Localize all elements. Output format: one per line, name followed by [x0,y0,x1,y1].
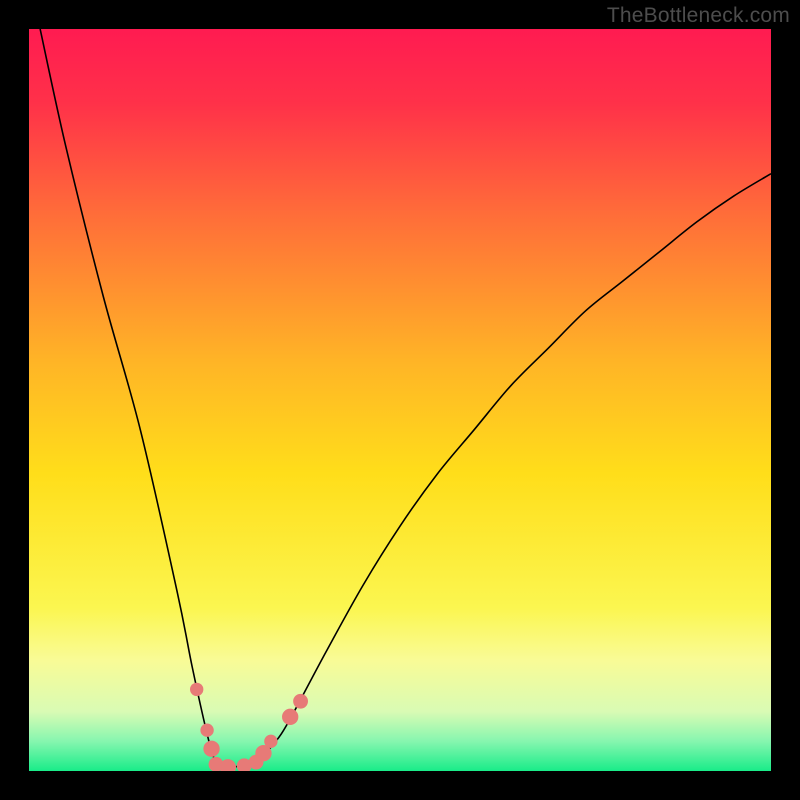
data-point-marker [200,724,213,737]
gradient-background [29,29,771,771]
chart-plot-area [29,29,771,771]
chart-svg [29,29,771,771]
watermark-text: TheBottleneck.com [607,4,790,28]
data-point-marker [190,683,203,696]
data-point-marker [264,735,277,748]
data-point-marker [203,741,219,757]
data-point-marker [293,694,308,709]
chart-frame: TheBottleneck.com [0,0,800,800]
data-point-marker [282,709,298,725]
